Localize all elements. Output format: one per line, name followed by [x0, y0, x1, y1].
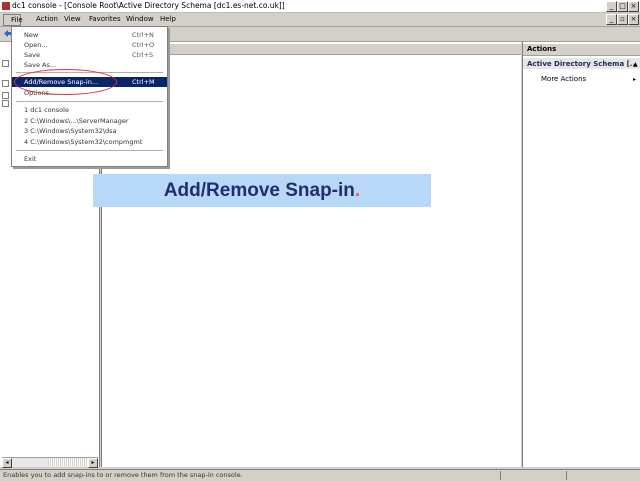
menu-item-recent-3[interactable]: 3 C:\Windows\System32\dsa — [12, 126, 167, 136]
menu-item-label: Exit — [24, 155, 37, 163]
status-bar: Enables you to add snap-ins to or remove… — [0, 469, 640, 481]
actions-section-header[interactable]: Active Directory Schema [... ▲ — [523, 58, 640, 69]
menu-item-label: Save — [24, 51, 40, 59]
child-restore-icon[interactable]: ▫ — [617, 14, 628, 25]
tree-horizontal-scrollbar[interactable]: ◂ ▸ — [2, 457, 98, 468]
menu-item-open[interactable]: Open... Ctrl+O — [12, 40, 167, 50]
menu-item-label: 3 C:\Windows\System32\dsa — [24, 127, 117, 135]
menu-separator — [16, 101, 163, 102]
tree-expand-icon[interactable] — [2, 92, 9, 99]
actions-header: Actions — [523, 44, 640, 56]
menu-bar: File Action View Favorites Window Help _… — [0, 13, 640, 27]
caption-text: Add/Remove Snap-in — [163, 180, 355, 201]
menu-action[interactable]: Action — [36, 15, 58, 23]
menu-file-label: File — [11, 16, 23, 24]
scroll-right-icon[interactable]: ▸ — [88, 458, 98, 468]
caption-dot: . — [354, 180, 361, 201]
menu-item-shortcut: Ctrl+O — [132, 41, 155, 49]
tree-expand-icon[interactable] — [2, 100, 9, 107]
child-close-icon[interactable]: × — [628, 14, 639, 25]
close-icon[interactable]: × — [628, 1, 639, 12]
caption-title: Add/Remove Snap-in. — [93, 180, 431, 202]
menu-item-recent-2[interactable]: 2 C:\Windows\...\ServerManager — [12, 116, 167, 126]
status-text: Enables you to add snap-ins to or remove… — [3, 471, 243, 479]
window-title: dc1 console - [Console Root\Active Direc… — [12, 1, 285, 10]
maximize-icon[interactable]: □ — [617, 1, 628, 12]
menu-view[interactable]: View — [64, 15, 81, 23]
title-bar: dc1 console - [Console Root\Active Direc… — [0, 0, 640, 13]
highlight-annotation-ellipse — [14, 69, 117, 95]
menu-item-label: 4 C:\Windows\System32\compmgmt — [24, 138, 143, 146]
status-divider — [500, 471, 501, 480]
menu-help[interactable]: Help — [160, 15, 176, 23]
collapse-up-icon[interactable]: ▲ — [633, 61, 638, 68]
menu-item-save[interactable]: Save Ctrl+S — [12, 50, 167, 60]
menu-item-label: Open... — [24, 41, 48, 49]
menu-favorites[interactable]: Favorites — [89, 15, 121, 23]
more-actions-item[interactable]: More Actions — [541, 75, 586, 83]
menu-item-label: 1 dc1 console — [24, 106, 69, 114]
minimize-icon[interactable]: _ — [606, 1, 617, 12]
submenu-arrow-icon: ▸ — [633, 76, 637, 83]
menu-item-shortcut: Ctrl+N — [132, 31, 154, 39]
caption-banner: Add/Remove Snap-in. — [93, 174, 431, 207]
menu-file[interactable]: File — [3, 14, 23, 26]
menu-item-shortcut: Ctrl+S — [132, 51, 154, 59]
menu-item-recent-1[interactable]: 1 dc1 console — [12, 105, 167, 115]
menu-item-recent-4[interactable]: 4 C:\Windows\System32\compmgmt — [12, 137, 167, 147]
more-actions-label: More Actions — [541, 75, 587, 83]
status-divider — [566, 471, 567, 480]
tree-expand-icon[interactable] — [2, 80, 9, 87]
actions-header-label: Actions — [527, 45, 557, 53]
menu-separator — [16, 150, 163, 151]
scroll-left-icon[interactable]: ◂ — [2, 458, 12, 468]
actions-pane: Actions Active Directory Schema [... ▲ M… — [522, 42, 640, 467]
menu-item-new[interactable]: New Ctrl+N — [12, 30, 167, 40]
menu-item-label: 2 C:\Windows\...\ServerManager — [24, 117, 129, 125]
menu-item-shortcut: Ctrl+M — [132, 78, 155, 86]
menu-window[interactable]: Window — [126, 15, 154, 23]
menu-item-save-as[interactable]: Save As... — [12, 60, 167, 70]
menu-item-label: Save As... — [24, 61, 57, 69]
child-minimize-icon[interactable]: _ — [606, 14, 617, 25]
file-menu-dropdown: New Ctrl+N Open... Ctrl+O Save Ctrl+S Sa… — [11, 26, 168, 167]
menu-item-exit[interactable]: Exit — [12, 154, 167, 164]
scroll-thumb[interactable] — [48, 459, 90, 466]
menu-item-label: New — [24, 31, 39, 39]
tree-expand-icon[interactable] — [2, 60, 9, 67]
actions-section-label: Active Directory Schema [... — [527, 60, 638, 68]
mmc-app-icon — [2, 2, 10, 10]
